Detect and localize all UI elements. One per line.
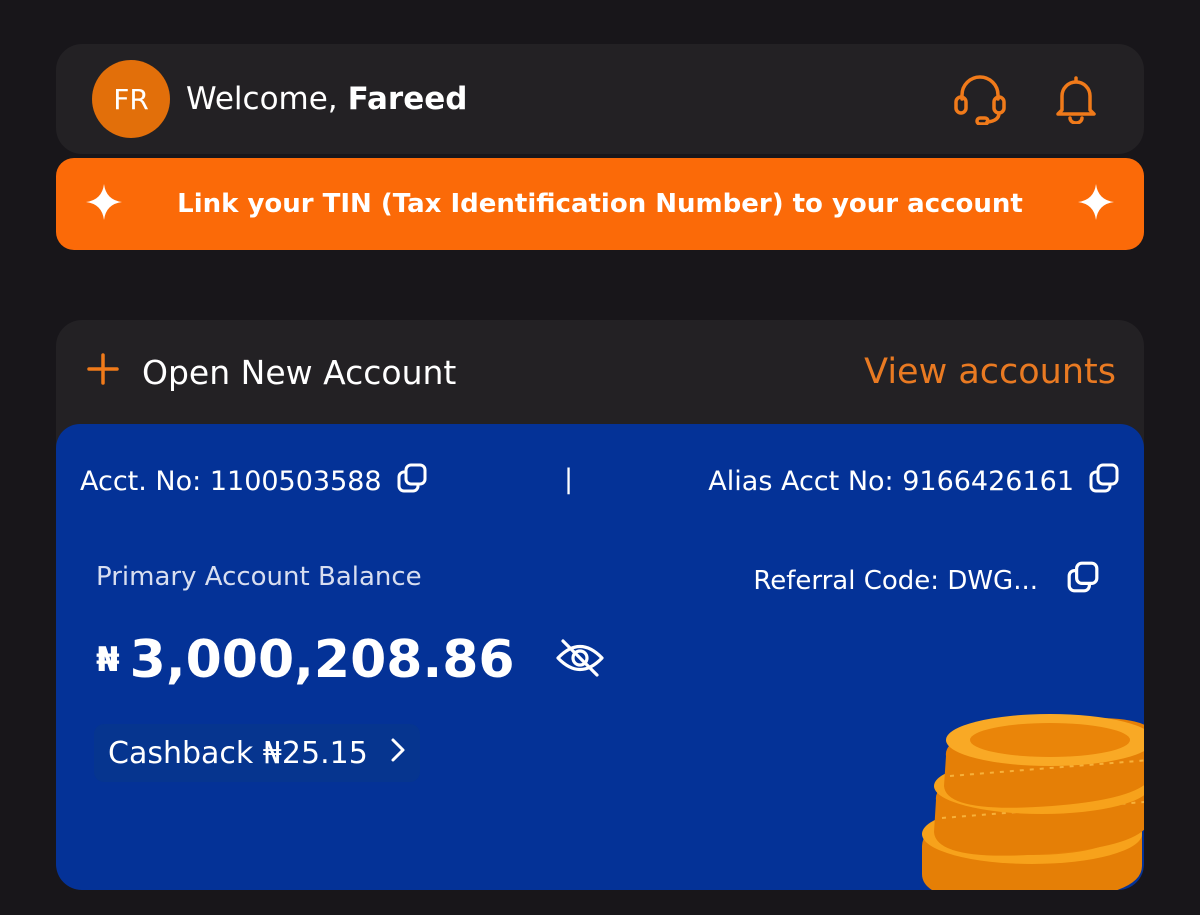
primary-account-panel: Acct. No: 1100503588 | Alias Acct No: 91… (56, 424, 1144, 890)
headset-icon[interactable] (952, 73, 1008, 125)
referral-code: Referral Code: DWG... (753, 560, 1100, 601)
header-actions (952, 73, 1098, 125)
coins-illustration (922, 706, 1144, 890)
cashback-button[interactable]: Cashback ₦25.15 (94, 724, 420, 782)
avatar[interactable]: FR (92, 60, 170, 138)
alias-account-number: Alias Acct No: 9166426161 (708, 465, 1074, 497)
tin-banner-text: Link your TIN (Tax Identification Number… (177, 189, 1023, 219)
avatar-initials: FR (113, 82, 149, 116)
copy-icon[interactable] (396, 462, 428, 501)
welcome-text: Welcome, (186, 81, 338, 117)
account-number: Acct. No: 1100503588 (80, 465, 382, 497)
sparkle-icon (84, 182, 124, 226)
user-name: Fareed (347, 81, 468, 117)
separator: | (564, 464, 574, 495)
welcome-message: Welcome, Fareed (186, 81, 467, 117)
currency-symbol: ₦ (96, 640, 120, 680)
account-card: Open New Account View accounts Acct. No:… (56, 320, 1144, 890)
account-balance: ₦ 3,000,208.86 (96, 630, 605, 690)
balance-label: Primary Account Balance (96, 562, 422, 592)
chevron-right-icon (390, 736, 406, 771)
open-new-account-button[interactable]: Open New Account (142, 353, 456, 392)
tin-banner[interactable]: Link your TIN (Tax Identification Number… (56, 158, 1144, 250)
referral-code-text: Referral Code: DWG... (753, 565, 1038, 596)
bell-icon[interactable] (1054, 74, 1098, 124)
account-numbers-row: Acct. No: 1100503588 | Alias Acct No: 91… (80, 460, 1120, 502)
view-accounts-link[interactable]: View accounts (864, 352, 1116, 392)
header-bar: FR Welcome, Fareed (56, 44, 1144, 154)
copy-icon[interactable] (1066, 560, 1100, 601)
balance-amount: 3,000,208.86 (129, 630, 515, 690)
eye-slash-icon[interactable] (555, 637, 605, 683)
account-actions-row: Open New Account View accounts (56, 320, 1144, 424)
sparkle-icon (1076, 182, 1116, 226)
copy-icon[interactable] (1088, 462, 1120, 501)
plus-icon[interactable] (86, 350, 120, 394)
alias-account: Alias Acct No: 9166426161 (708, 462, 1120, 501)
cashback-label: Cashback ₦25.15 (108, 735, 368, 771)
